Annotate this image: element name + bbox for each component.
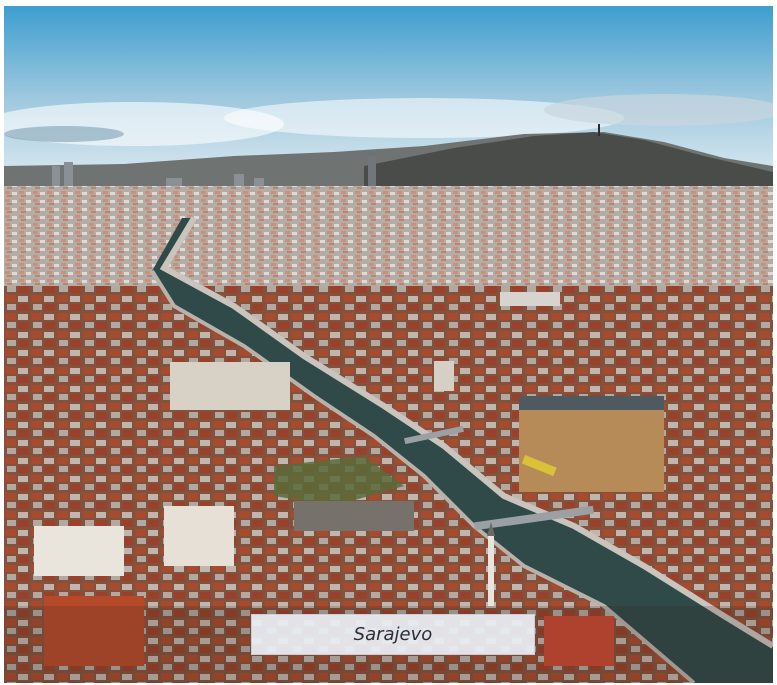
cloud <box>4 126 124 142</box>
minaret <box>488 536 494 606</box>
building <box>34 526 124 576</box>
building <box>434 361 454 391</box>
parking-lot <box>294 501 414 531</box>
city-photo <box>4 6 773 683</box>
city-hall-building <box>519 396 664 492</box>
building <box>500 292 560 306</box>
building <box>164 506 234 566</box>
white-block-building <box>170 362 290 410</box>
photo-scene <box>4 6 773 683</box>
photo-caption: Sarajevo <box>251 614 535 655</box>
tv-tower <box>598 124 600 136</box>
cloud <box>544 94 773 126</box>
